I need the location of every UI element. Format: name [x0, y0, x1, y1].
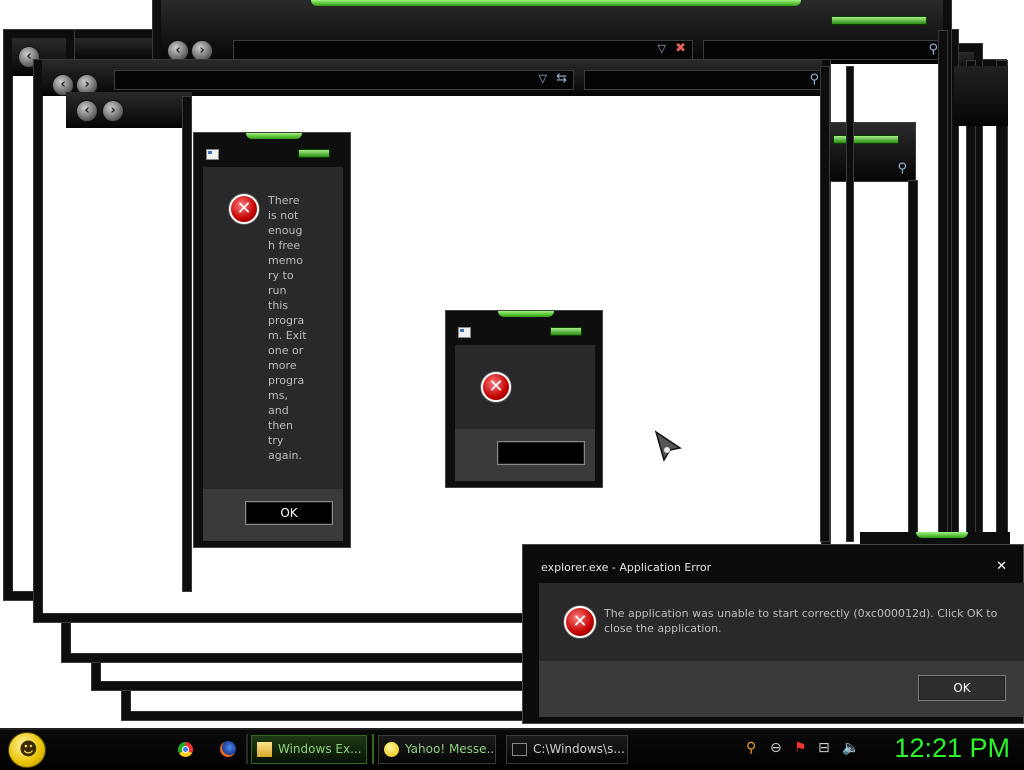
message-line: ry to	[268, 269, 294, 282]
message-line: again.	[268, 449, 302, 462]
message-line: more	[268, 359, 297, 372]
title-glow	[246, 133, 302, 139]
memory-error-message: There is not enoug h free memo ry to run this pr…	[268, 193, 338, 463]
window-border	[820, 66, 830, 542]
taskbar: ☻ Windows Ex... Yahoo! Messe... C:\Windo…	[0, 728, 1024, 770]
close-button[interactable]: ✕	[996, 559, 1007, 574]
error-icon: ✕	[564, 606, 596, 638]
chrome-icon[interactable]	[178, 742, 193, 757]
window-controls[interactable]	[298, 149, 330, 158]
error-icon: ✕	[229, 194, 259, 224]
message-line: m. Exit	[268, 329, 307, 342]
forward-icon[interactable]: ›	[191, 40, 213, 62]
error-message-line2: close the application.	[604, 622, 722, 635]
taskbar-button-label: Windows Ex...	[278, 742, 362, 756]
explorer-window-second: ‹ › ▽ ⇆ ⚲	[34, 60, 830, 622]
window-border	[908, 180, 918, 540]
window-border	[938, 30, 948, 544]
network-icon[interactable]: ⊟	[818, 740, 830, 756]
message-line: then	[268, 419, 294, 432]
address-bar[interactable]: ▽ ⇆	[114, 70, 574, 90]
taskbar-divider	[246, 734, 248, 764]
message-line: is not	[268, 209, 299, 222]
smiley-icon	[384, 742, 399, 757]
speaker-icon[interactable]: 🔈	[842, 740, 859, 756]
search-icon[interactable]: ⚲	[746, 740, 756, 756]
window-border	[996, 60, 1008, 544]
message-line: progra	[268, 374, 305, 387]
window-icon	[458, 327, 471, 338]
message-line: try	[268, 434, 284, 447]
taskbar-button-label: C:\Windows\s...	[533, 742, 625, 756]
message-line: progra	[268, 314, 305, 327]
error-icon: ✕	[481, 372, 511, 402]
dialog-title: explorer.exe - Application Error	[541, 561, 712, 574]
firefox-icon[interactable]	[220, 741, 236, 757]
ok-button[interactable]: OK	[245, 501, 333, 525]
start-button[interactable]: ☻	[8, 732, 46, 768]
search-icon[interactable]: ⚲	[928, 42, 938, 57]
window-border	[846, 66, 854, 542]
memory-error-dialog: ✕ There is not enoug h free memo ry to run this…	[193, 132, 351, 548]
back-icon[interactable]: ‹	[76, 100, 98, 122]
taskbar-button-cmd[interactable]: C:\Windows\s...	[506, 735, 628, 764]
taskbar-button-yahoo[interactable]: Yahoo! Messe...	[378, 735, 496, 764]
search-icon[interactable]: ⚲	[897, 161, 907, 176]
close-icon[interactable]: ✖	[675, 41, 686, 56]
back-icon[interactable]: ‹	[167, 40, 189, 62]
right-window-topbar	[954, 66, 1008, 126]
window-controls[interactable]	[550, 327, 582, 336]
message-line: memo	[268, 254, 303, 267]
message-line: and	[268, 404, 289, 417]
ok-button[interactable]: OK	[918, 675, 1006, 701]
message-line: There	[268, 194, 300, 207]
cmd-icon	[512, 743, 527, 756]
empty-error-dialog: ✕	[445, 310, 603, 488]
taskbar-button-explorer[interactable]: Windows Ex...	[251, 735, 367, 764]
clock[interactable]: 12:21 PM	[894, 733, 1010, 764]
taskbar-divider	[372, 734, 374, 764]
refresh-icon[interactable]: ⇆	[556, 71, 567, 86]
cursor-icon	[654, 430, 682, 462]
window-controls[interactable]	[831, 16, 927, 25]
explorer-window-third-bar: ‹ ›	[66, 92, 192, 128]
message-line: run	[268, 284, 287, 297]
folder-icon	[257, 742, 272, 757]
right-window-glow	[860, 532, 1010, 544]
taskbar-button-label: Yahoo! Messe...	[405, 742, 496, 756]
error-message-line1: The application was unable to start corr…	[604, 607, 998, 620]
blank-button[interactable]	[497, 441, 585, 465]
smiley-icon: ☻	[19, 739, 38, 760]
message-line: enoug	[268, 224, 303, 237]
dropdown-icon[interactable]: ▽	[658, 42, 666, 55]
window-icon	[206, 149, 219, 160]
forward-icon[interactable]: ›	[102, 100, 124, 122]
search-icon[interactable]: ⚲	[809, 72, 819, 87]
message-line: this	[268, 299, 289, 312]
title-glow	[498, 311, 554, 317]
action-center-flag-icon[interactable]: ⚑	[794, 740, 807, 756]
address-bar[interactable]: ▽ ✖	[233, 40, 693, 60]
search-box[interactable]: ⚲	[584, 70, 824, 90]
window-controls[interactable]	[833, 135, 899, 144]
message-line: ms,	[268, 389, 288, 402]
message-line: one or	[268, 344, 304, 357]
window-border	[966, 60, 976, 544]
message-line: h free	[268, 239, 301, 252]
application-error-dialog: explorer.exe - Application Error ✕ ✕ The…	[522, 544, 1024, 724]
explorer-window-right-bar: ⚲	[826, 122, 916, 182]
window-border	[182, 96, 192, 592]
volume-mute-icon[interactable]: ⊖	[770, 740, 782, 756]
dropdown-icon[interactable]: ▽	[539, 72, 547, 85]
title-glow	[311, 0, 801, 6]
search-box[interactable]: ⚲	[703, 40, 943, 60]
